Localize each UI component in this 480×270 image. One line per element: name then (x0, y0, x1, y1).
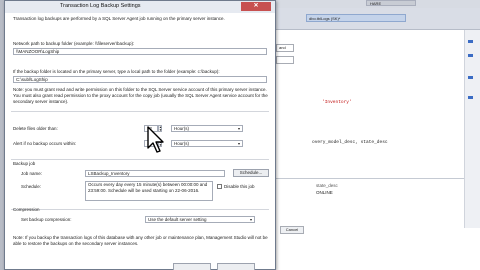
chevron-down-icon: ▾ (237, 126, 240, 131)
backup-job-section-label: Backup job (13, 161, 36, 166)
compression-select[interactable]: Use the default server setting ▾ (145, 216, 255, 223)
transaction-log-backup-settings-dialog: Transaction Log Backup Settings ✕ Transa… (4, 0, 276, 270)
cancel-button-label: Cancel (285, 227, 299, 232)
editor-scrollbar[interactable] (464, 30, 480, 228)
chevron-down-icon: ▾ (237, 141, 240, 146)
background-document-tab[interactable]: dbo.tblLogs (SK)* (306, 14, 406, 22)
alert-unit: Hour(s) (174, 141, 190, 146)
query-editor[interactable]: 'Inventory' overy_model_desc, state_desc (276, 30, 464, 180)
results-cell: ONLINE (316, 190, 333, 195)
compression-label: Set backup compression: (21, 217, 72, 222)
scroll-marker (468, 40, 473, 43)
delete-files-label: Delete files older than: (13, 126, 58, 131)
results-grid[interactable]: state_desc ONLINE (276, 178, 464, 238)
close-icon: ✕ (253, 3, 259, 9)
separator (11, 111, 269, 112)
scroll-marker (468, 54, 473, 57)
code-line: 'Inventory' (322, 100, 352, 105)
cancel-button[interactable]: Cancel (280, 226, 304, 234)
job-name-label: Job name: (21, 171, 43, 176)
job-name-input[interactable]: LSBackup_Inventory (85, 170, 225, 177)
permission-note: Note: you must grant read and write perm… (13, 87, 268, 104)
intro-text: Transaction log backups are performed by… (13, 16, 225, 21)
disable-job-label: Disable this job (224, 184, 255, 189)
separator (11, 159, 269, 160)
scroll-marker (468, 76, 473, 79)
document-tab-label: dbo.tblLogs (SK)* (309, 16, 341, 21)
scroll-marker (468, 96, 473, 99)
chevron-down-icon: ▾ (249, 217, 252, 222)
backup-note: Note: If you backup the transaction logs… (13, 235, 268, 246)
separator (11, 209, 269, 210)
local-path-input[interactable]: C:\subl\LogShip (13, 76, 267, 83)
ok-button[interactable] (173, 263, 211, 270)
compression-section-label: Compression (13, 207, 40, 212)
disable-job-checkbox[interactable] (217, 184, 222, 189)
alert-label: Alert if no backup occurs within: (13, 141, 77, 146)
schedule-label: Schedule: (21, 184, 42, 189)
schedule-button[interactable]: Schedule... (233, 169, 269, 177)
results-column-header: state_desc (316, 183, 338, 188)
schedule-description: Occurs every day every 15 minute(s) betw… (85, 181, 213, 201)
code-line: overy_model_desc, state_desc (312, 140, 388, 145)
background-tab-label: HARE (370, 1, 382, 6)
delete-files-unit-select[interactable]: Hour(s) ▾ (171, 125, 243, 132)
mouse-cursor-icon (147, 126, 164, 153)
dialog-titlebar[interactable]: Transaction Log Backup Settings ✕ (5, 1, 275, 13)
local-path-label: If the backup folder is located on the p… (13, 69, 220, 74)
network-path-input[interactable]: \\MANZOOR\LogShip (13, 48, 267, 55)
dialog-title: Transaction Log Backup Settings (60, 3, 141, 9)
close-button[interactable]: ✕ (241, 2, 271, 11)
background-tab[interactable]: HARE (366, 0, 416, 6)
delete-files-unit: Hour(s) (174, 126, 190, 131)
compression-value: Use the default server setting (148, 217, 207, 222)
network-path-label: Network path to backup folder (example: … (13, 41, 135, 46)
dialog-cancel-button[interactable] (217, 263, 255, 270)
alert-unit-select[interactable]: Hour(s) ▾ (171, 140, 243, 147)
